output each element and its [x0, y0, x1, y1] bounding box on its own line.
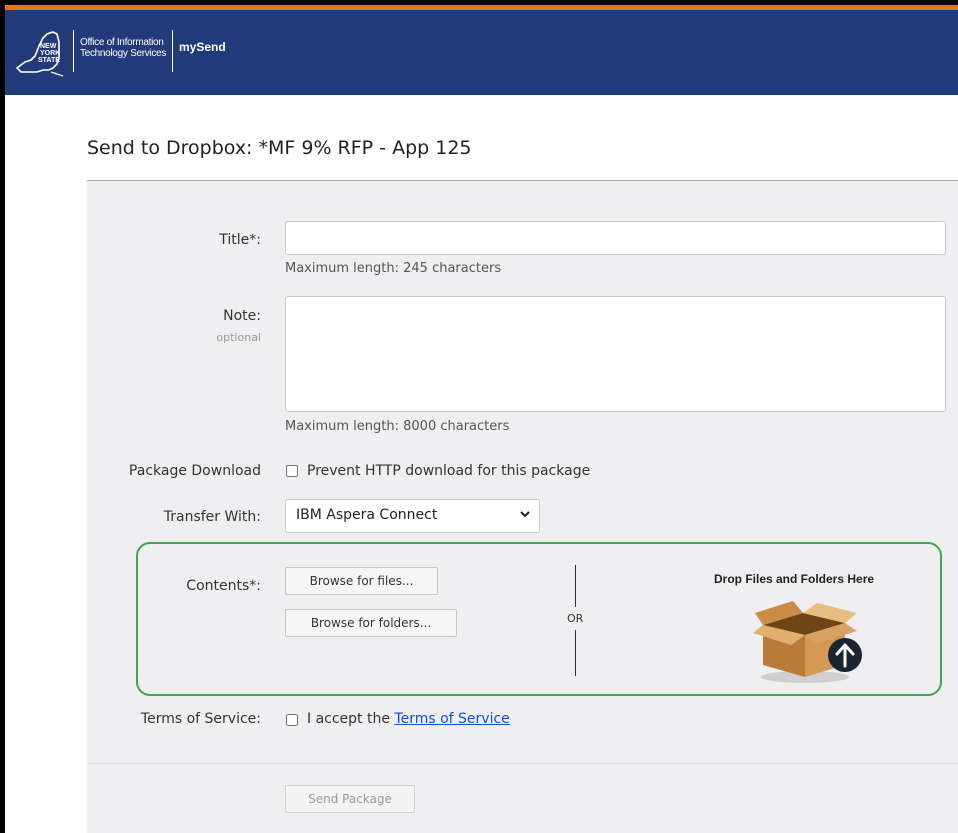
- app-header: NEW YORK STATE Office of Information Tec…: [5, 5, 958, 95]
- terms-label: Terms of Service:: [140, 711, 261, 727]
- page-title: Send to Dropbox: *MF 9% RFP - App 125: [87, 137, 472, 159]
- prevent-http-checkbox[interactable]: [286, 465, 298, 477]
- note-textarea[interactable]: [285, 296, 946, 412]
- terms-prefix: I accept the: [307, 711, 390, 727]
- org-line-1: Office of Information: [80, 37, 164, 48]
- note-label: Note:: [223, 308, 261, 324]
- logo-text-new: NEW: [40, 43, 57, 50]
- upload-box-icon: [753, 601, 862, 683]
- org-line-2: Technology Services: [80, 48, 167, 59]
- note-optional-label: optional: [216, 331, 261, 344]
- browse-folders-button[interactable]: Browse for folders...: [285, 609, 457, 637]
- actions-divider: [87, 763, 958, 764]
- app-name[interactable]: mySend: [179, 40, 226, 54]
- prevent-http-label[interactable]: Prevent HTTP download for this package: [307, 463, 590, 479]
- logo-text-state: STATE: [38, 57, 60, 64]
- terms-acceptance: I accept the Terms of Service: [307, 711, 510, 727]
- org-name: Office of Information Technology Service…: [80, 37, 166, 59]
- logo-text-york: YORK: [40, 50, 60, 57]
- app-divider: [172, 30, 174, 72]
- transfer-with-value: IBM Aspera Connect: [296, 507, 438, 523]
- logo[interactable]: NEW YORK STATE Office of Information Tec…: [13, 28, 226, 80]
- send-package-button[interactable]: Send Package: [285, 785, 415, 813]
- note-hint: Maximum length: 8000 characters: [285, 419, 510, 434]
- browse-files-button[interactable]: Browse for files...: [285, 567, 438, 595]
- terms-checkbox[interactable]: [286, 714, 298, 726]
- page-frame: NEW YORK STATE Office of Information Tec…: [5, 5, 958, 833]
- package-download-label: Package Download: [128, 463, 261, 479]
- or-label: OR: [567, 612, 584, 625]
- transfer-with-select[interactable]: IBM Aspera Connect: [285, 499, 540, 533]
- or-divider-bottom: [575, 630, 576, 676]
- title-hint: Maximum length: 245 characters: [285, 261, 502, 276]
- title-input[interactable]: [285, 221, 946, 255]
- drop-zone-label: Drop Files and Folders Here: [714, 572, 875, 586]
- terms-of-service-link[interactable]: Terms of Service: [394, 711, 509, 727]
- transfer-with-label: Transfer With:: [163, 509, 261, 525]
- logo-divider: [73, 30, 74, 72]
- chevron-down-icon: [520, 511, 530, 518]
- or-divider-top: [575, 565, 576, 607]
- contents-label: Contents*:: [186, 578, 261, 594]
- ny-state-map-icon: NEW YORK STATE: [15, 31, 64, 77]
- title-label: Title*:: [219, 232, 261, 248]
